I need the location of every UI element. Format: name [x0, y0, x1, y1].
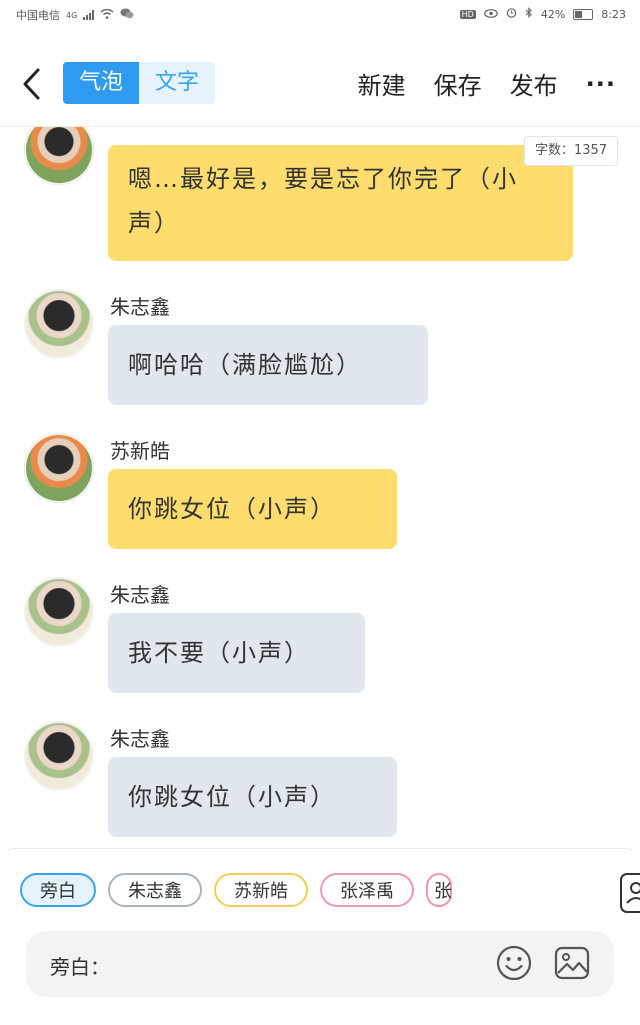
wifi-icon	[100, 8, 114, 22]
back-button[interactable]	[16, 64, 52, 104]
tab-bubble[interactable]: 气泡	[63, 62, 139, 104]
message-text: 嗯…最好是，要是忘了你完了（小声）	[128, 165, 518, 237]
hd-badge: HD	[459, 9, 476, 19]
message-bubble[interactable]: 嗯…最好是，要是忘了你完了（小声）	[108, 145, 573, 261]
message-text: 你跳女位（小声）	[128, 783, 336, 811]
new-button[interactable]: 新建	[358, 66, 406, 101]
save-button[interactable]: 保存	[434, 66, 482, 101]
avatar[interactable]	[24, 433, 94, 503]
speaker-name: 朱志鑫	[110, 727, 170, 751]
alarm-icon	[506, 7, 517, 21]
avatar[interactable]	[24, 721, 94, 791]
chat-message: 苏新皓 你跳女位（小声）	[0, 431, 640, 551]
battery-icon	[573, 8, 594, 20]
character-chip-narrator[interactable]: 旁白	[20, 873, 96, 907]
avatar[interactable]	[24, 127, 94, 185]
message-text: 我不要（小声）	[128, 639, 310, 667]
carrier-label: 中国电信	[16, 9, 60, 22]
wechat-icon	[120, 8, 134, 22]
character-chip-zhu-zhixin[interactable]: 朱志鑫	[108, 873, 202, 907]
message-bubble[interactable]: 你跳女位（小声）	[108, 469, 397, 549]
input-speaker-prompt: 旁白：	[50, 955, 110, 979]
message-text: 啊哈哈（满脸尴尬）	[128, 351, 362, 379]
eye-icon	[483, 8, 498, 21]
mode-segmented-control: 气泡 文字	[63, 62, 215, 104]
contact-card-icon[interactable]	[620, 873, 640, 913]
character-chip-partial[interactable]: 张	[426, 873, 452, 907]
message-text: 你跳女位（小声）	[128, 495, 336, 523]
speaker-name: 苏新皓	[110, 439, 170, 463]
more-menu-button[interactable]: ···	[586, 70, 616, 98]
signal-icon	[83, 10, 95, 20]
status-bar: 中国电信 4G HD 42% 8:23	[0, 0, 640, 28]
character-chip-su-xinhao[interactable]: 苏新皓	[214, 873, 308, 907]
clock: 8:23	[601, 7, 626, 21]
speaker-name: 朱志鑫	[110, 295, 170, 319]
composer-panel: 旁白 朱志鑫 苏新皓 张泽禹张 旁白：	[0, 848, 640, 1025]
avatar[interactable]	[24, 289, 94, 359]
bluetooth-icon	[525, 7, 533, 21]
speaker-name: 朱志鑫	[110, 583, 170, 607]
chat-list[interactable]: 嗯…最好是，要是忘了你完了（小声） 字数：1357 朱志鑫 啊哈哈（满脸尴尬） …	[0, 127, 640, 847]
message-input[interactable]: 旁白：	[26, 931, 614, 997]
chat-message: 朱志鑫 你跳女位（小声）	[0, 719, 640, 839]
chat-message: 朱志鑫 啊哈哈（满脸尴尬）	[0, 287, 640, 407]
avatar[interactable]	[24, 577, 94, 647]
image-icon[interactable]	[554, 945, 590, 981]
battery-percent: 42%	[540, 7, 566, 21]
smile-icon[interactable]	[496, 945, 532, 981]
message-bubble[interactable]: 你跳女位（小声）	[108, 757, 397, 837]
top-bar: 气泡 文字 新建 保存 发布 ···	[0, 50, 640, 120]
chat-message: 朱志鑫 我不要（小声）	[0, 575, 640, 695]
message-bubble[interactable]: 我不要（小声）	[108, 613, 365, 693]
message-bubble[interactable]: 啊哈哈（满脸尴尬）	[108, 325, 428, 405]
toolbar-actions: 新建 保存 发布 ···	[358, 66, 640, 101]
chevron-left-icon	[23, 68, 40, 100]
tab-text[interactable]: 文字	[139, 62, 215, 104]
word-count-badge: 字数：1357	[524, 136, 619, 166]
publish-button[interactable]: 发布	[510, 66, 558, 101]
network-label: 4G	[66, 10, 78, 20]
character-chip-zhang-zeyu[interactable]: 张泽禹	[320, 873, 414, 907]
character-selector[interactable]: 旁白 朱志鑫 苏新皓 张泽禹张	[20, 873, 490, 913]
